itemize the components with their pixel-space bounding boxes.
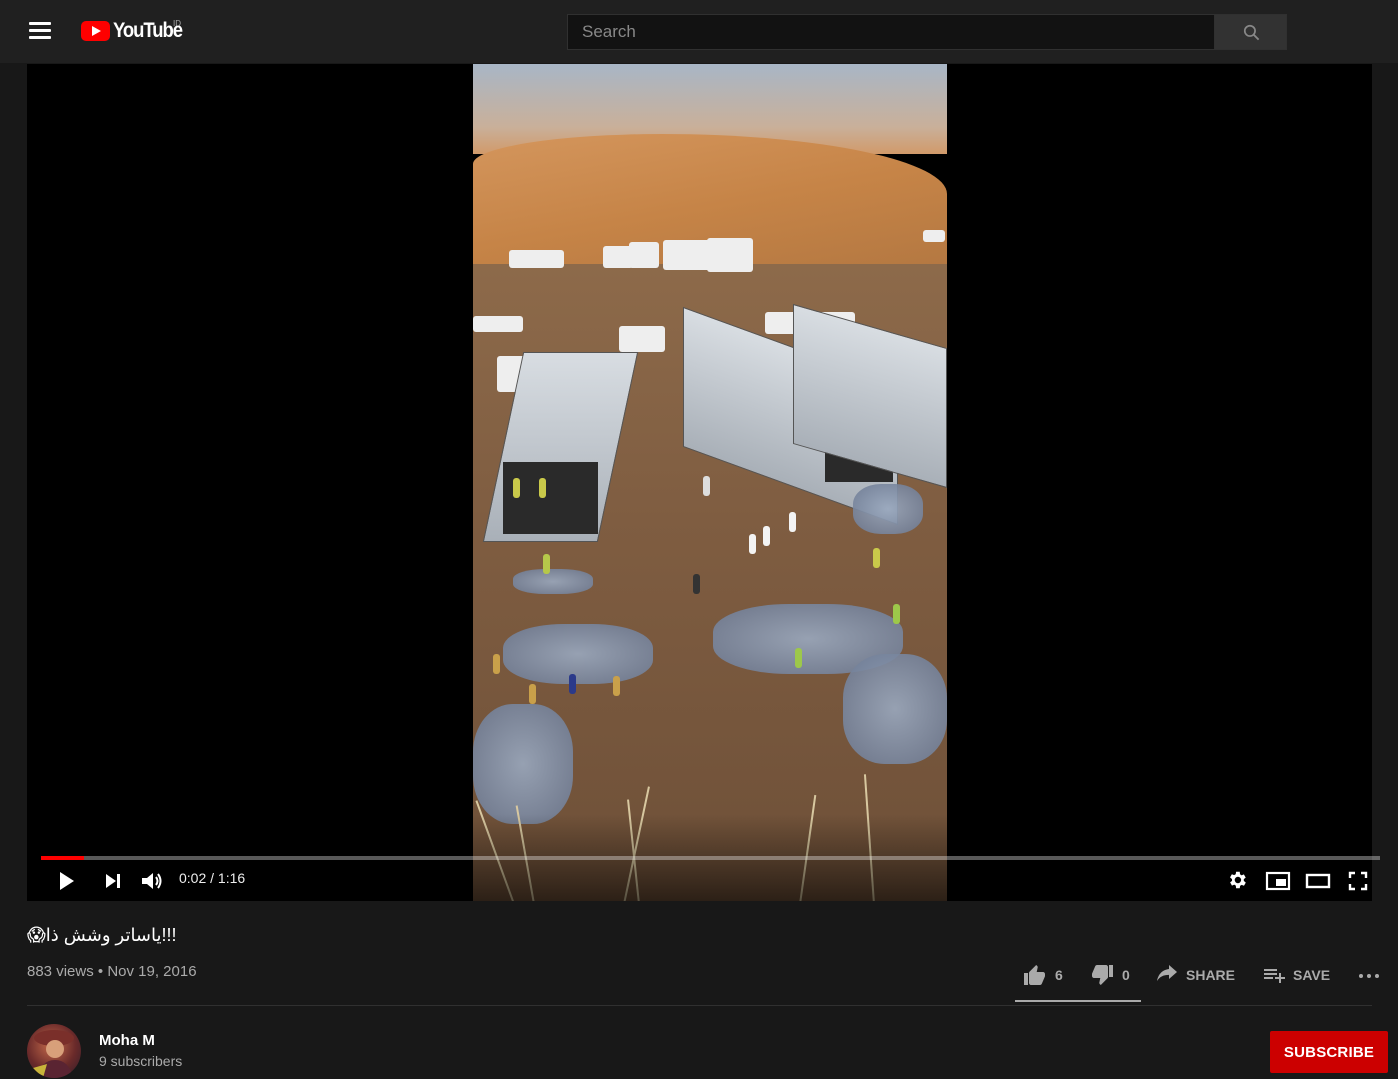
sentiment-bar [1015,1000,1141,1002]
like-button[interactable]: 6 [1023,958,1063,992]
search-button[interactable] [1214,14,1287,50]
fullscreen-button[interactable] [1347,870,1369,897]
channel-name[interactable]: Moha M [99,1032,155,1049]
share-button[interactable]: SHARE [1156,958,1235,992]
search-icon [1243,24,1260,41]
volume-button[interactable] [139,869,165,898]
save-button[interactable]: SAVE [1263,958,1330,992]
settings-button[interactable] [1226,869,1248,896]
search-input[interactable] [568,15,1214,49]
more-horizontal-icon [1359,974,1379,978]
video-player[interactable]: 0:02 / 1:16 [27,64,1380,901]
volume-icon [142,873,162,889]
theater-icon [1305,873,1331,889]
logo-text: YouTube [113,19,183,42]
progress-played [41,856,84,860]
thumbs-down-icon [1092,965,1113,985]
divider [27,1005,1372,1006]
search-box [567,14,1215,50]
subscriber-count: 9 subscribers [99,1053,183,1069]
share-label: SHARE [1186,967,1236,983]
fullscreen-icon [1348,871,1368,891]
thumbs-up-icon [1024,965,1045,985]
theater-mode-button[interactable] [1305,870,1331,897]
dislike-count: 0 [1122,967,1130,983]
next-button[interactable] [102,870,124,897]
gear-icon [1230,871,1246,889]
masthead: YouTube ID [0,0,1398,63]
playlist-add-icon [1264,969,1285,983]
more-actions-button[interactable] [1357,958,1381,992]
time-display: 0:02 / 1:16 [179,870,246,886]
upload-date: Nov 19, 2016 [107,963,197,980]
like-count: 6 [1055,967,1063,983]
miniplayer-button[interactable] [1265,870,1291,897]
subscribe-button[interactable]: SUBSCRIBE [1270,1031,1388,1073]
miniplayer-icon [1265,871,1291,891]
view-count: 883 views [27,963,94,980]
menu-icon[interactable] [29,22,51,40]
play-icon [60,872,74,890]
meta-separator: • [97,963,104,980]
save-label: SAVE [1293,967,1331,983]
youtube-play-icon [81,21,110,41]
next-icon [106,874,120,888]
progress-bar[interactable] [41,856,1380,860]
dislike-button[interactable]: 0 [1090,958,1130,992]
video-meta: 883 views • Nov 19, 2016 [27,963,197,980]
share-icon [1157,965,1177,981]
avatar-image [33,1030,74,1078]
channel-avatar[interactable] [27,1024,81,1078]
video-actions: 6 0 SHARE SAVE [1015,958,1379,1004]
region-code: ID [173,19,181,28]
video-frame[interactable] [473,64,947,901]
youtube-logo[interactable]: YouTube ID [81,18,191,44]
play-button[interactable] [55,869,77,898]
video-title: 😱ياساتر وشش ذا!!! [27,925,177,945]
